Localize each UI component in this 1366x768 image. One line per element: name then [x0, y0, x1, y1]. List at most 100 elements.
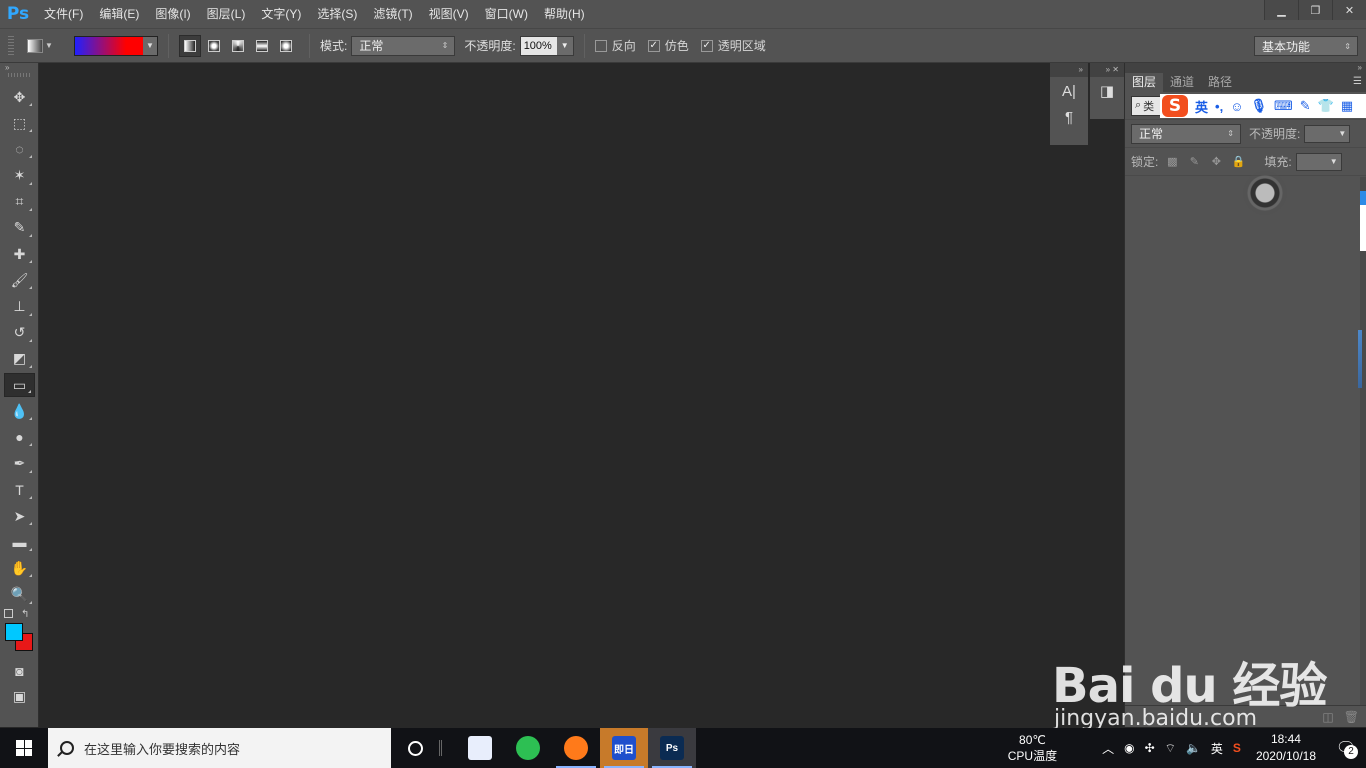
layers-scrollbar[interactable]: [1360, 177, 1366, 707]
history-brush-tool[interactable]: ↺: [4, 321, 35, 345]
pinwheel-icon[interactable]: ✣: [1145, 741, 1155, 755]
linear-gradient-button[interactable]: [179, 34, 201, 57]
input-language[interactable]: 英: [1211, 740, 1223, 757]
tab-paths[interactable]: 路径: [1201, 73, 1239, 92]
transparency-checkbox[interactable]: ✓: [700, 39, 713, 52]
path-selection-tool[interactable]: ➤: [4, 504, 35, 528]
collapse-icon[interactable]: » ✕: [1090, 63, 1124, 77]
cpu-monitor[interactable]: 80℃ CPU温度: [1008, 732, 1057, 764]
gradient-tool[interactable]: ▭: [4, 373, 35, 398]
layer-filter-search[interactable]: ⌕ 类: [1131, 95, 1161, 116]
reverse-option[interactable]: 反向: [594, 37, 636, 54]
pen-tool[interactable]: ✒: [4, 452, 35, 476]
expand-icon[interactable]: »: [1050, 63, 1088, 77]
tool-preset-picker[interactable]: ▼: [20, 34, 60, 58]
eyedropper-tool[interactable]: ✎: [4, 216, 35, 240]
menu-type[interactable]: 文字(Y): [253, 0, 309, 28]
workspace-select[interactable]: 基本功能 ⇕: [1254, 36, 1358, 56]
ime-lang-toggle[interactable]: 英: [1195, 97, 1208, 116]
wechat-app[interactable]: [504, 728, 552, 768]
skin-icon[interactable]: 👕: [1318, 98, 1334, 114]
brush-tool[interactable]: 🖌: [4, 268, 35, 292]
keyboard-icon[interactable]: ⌨: [1274, 98, 1293, 114]
reverse-checkbox[interactable]: [594, 39, 607, 52]
wifi-icon[interactable]: ⌔: [1165, 741, 1176, 756]
sogou-logo[interactable]: S: [1162, 95, 1188, 117]
chevron-down-icon[interactable]: ▼: [556, 36, 573, 55]
layer-opacity-field[interactable]: ▼: [1304, 124, 1351, 143]
gradient-picker[interactable]: ▼: [74, 35, 158, 56]
menu-layer[interactable]: 图层(L): [199, 0, 254, 28]
foreground-color[interactable]: [5, 622, 23, 641]
tray-app-icon[interactable]: ◉: [1124, 741, 1134, 755]
dither-checkbox[interactable]: ✓: [647, 39, 660, 52]
clock[interactable]: 18:44 2020/10/18: [1256, 731, 1316, 765]
healing-brush-tool[interactable]: ✚: [4, 242, 35, 266]
chevron-down-icon[interactable]: ▼: [143, 36, 157, 55]
options-grip[interactable]: [8, 35, 14, 56]
character-panel-icon[interactable]: A|: [1054, 79, 1084, 103]
zoom-tool[interactable]: 🔍: [4, 583, 35, 607]
firefox-app[interactable]: [552, 728, 600, 768]
feishu-app[interactable]: [456, 728, 504, 768]
quick-mask-icon[interactable]: ◙: [4, 659, 35, 683]
menu-file[interactable]: 文件(F): [36, 0, 91, 28]
lock-transparent-icon[interactable]: ▩: [1166, 156, 1178, 168]
mode-select[interactable]: 正常 ⇕: [351, 35, 456, 56]
clone-stamp-tool[interactable]: ⊥: [4, 295, 35, 319]
layers-list[interactable]: [1125, 177, 1361, 707]
lock-all-icon[interactable]: 🔒: [1232, 156, 1246, 168]
lock-position-icon[interactable]: ✥: [1210, 156, 1222, 168]
transparency-option[interactable]: ✓ 透明区域: [700, 37, 766, 54]
gradient-preview[interactable]: [75, 36, 143, 55]
ps-logo[interactable]: Ps: [0, 0, 36, 28]
photoshop-app[interactable]: Ps: [648, 728, 696, 768]
menu-view[interactable]: 视图(V): [421, 0, 477, 28]
type-tool[interactable]: T: [4, 478, 35, 502]
eraser-tool[interactable]: ◩: [4, 347, 35, 371]
chevron-up-icon[interactable]: ︿: [1102, 740, 1114, 757]
menu-window[interactable]: 窗口(W): [477, 0, 536, 28]
delete-layer-icon[interactable]: 🗑: [1344, 710, 1359, 724]
layer-blend-select[interactable]: 正常 ⇕: [1131, 123, 1241, 144]
notification-button[interactable]: 🗨 2: [1326, 728, 1366, 768]
canvas-area[interactable]: [40, 63, 1050, 727]
scroll-thumb[interactable]: [1360, 205, 1366, 251]
swap-colors-icon[interactable]: ↰: [21, 609, 29, 620]
task-view-icon[interactable]: [439, 740, 442, 756]
properties-panel-icon[interactable]: ◨: [1092, 79, 1122, 103]
reflected-gradient-button[interactable]: [251, 35, 273, 57]
crop-tool[interactable]: ⌗: [4, 190, 35, 214]
default-colors-icon[interactable]: [4, 608, 13, 618]
tab-layers[interactable]: 图层: [1125, 73, 1164, 92]
expand-icon[interactable]: »: [0, 63, 38, 73]
menu-image[interactable]: 图像(I): [147, 0, 198, 28]
menu-edit[interactable]: 编辑(E): [91, 0, 147, 28]
grid-menu-icon[interactable]: ▦: [1341, 98, 1353, 114]
jiri-app[interactable]: 即日: [600, 728, 648, 768]
collapse-icon[interactable]: »: [1125, 63, 1366, 73]
voice-icon[interactable]: 🎙: [1250, 98, 1267, 114]
toolbox-icon[interactable]: ✎: [1300, 98, 1311, 114]
start-button[interactable]: [0, 728, 48, 768]
minimize-button[interactable]: ▁: [1264, 0, 1298, 20]
lasso-tool[interactable]: ◌: [4, 137, 35, 161]
blur-tool[interactable]: 💧: [4, 399, 35, 423]
diamond-gradient-button[interactable]: [275, 35, 297, 57]
menu-select[interactable]: 选择(S): [309, 0, 365, 28]
menu-filter[interactable]: 滤镜(T): [365, 0, 420, 28]
opacity-field[interactable]: 100% ▼: [519, 35, 574, 56]
volume-icon[interactable]: 🔈: [1186, 741, 1201, 755]
cortana-button[interactable]: [391, 728, 439, 768]
sogou-tray-icon[interactable]: S: [1233, 741, 1241, 755]
new-layer-icon[interactable]: ◫: [1322, 710, 1333, 724]
close-button[interactable]: ✕: [1332, 0, 1366, 20]
rectangle-tool[interactable]: ▬: [4, 530, 35, 554]
panel-menu-icon[interactable]: ☰: [1353, 76, 1362, 87]
angle-gradient-button[interactable]: [227, 35, 249, 57]
move-tool[interactable]: ✥: [4, 85, 35, 109]
tab-channels[interactable]: 通道: [1163, 73, 1201, 92]
radial-gradient-button[interactable]: [203, 35, 225, 57]
punctuation-icon[interactable]: •,: [1215, 99, 1223, 114]
emoji-icon[interactable]: ☺: [1230, 99, 1243, 114]
